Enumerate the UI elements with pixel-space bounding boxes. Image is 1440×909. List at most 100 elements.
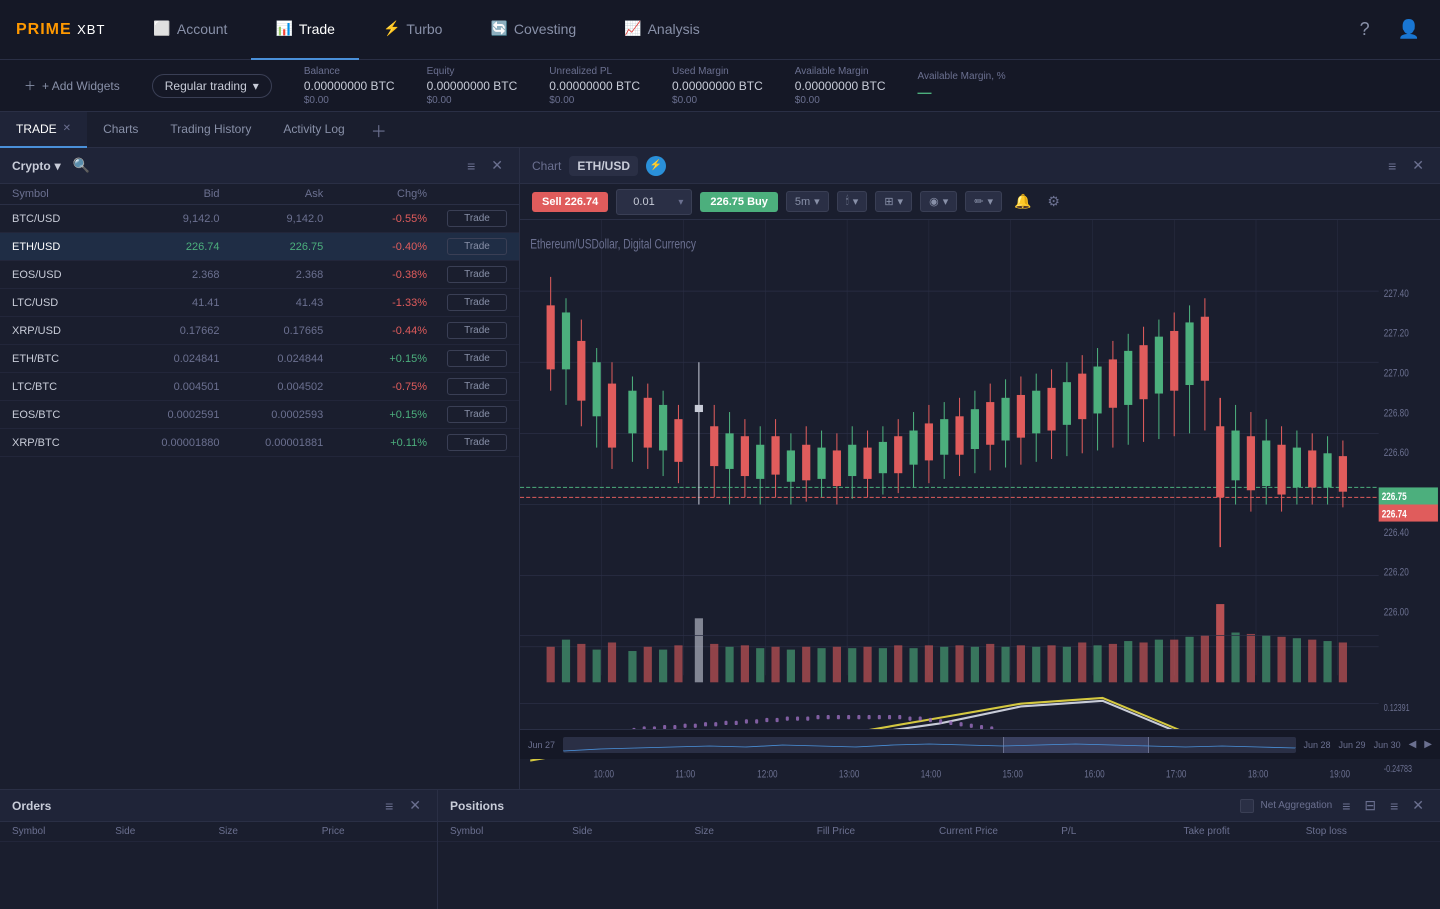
- trade-ltcbtc-button[interactable]: Trade: [447, 378, 507, 395]
- symbol-row-ethusd[interactable]: ETH/USD 226.74 226.75 -0.40% Trade: [0, 233, 519, 261]
- svg-text:14:00: 14:00: [921, 768, 942, 781]
- mini-chart-bar[interactable]: [563, 737, 1295, 753]
- balance-stat: Balance 0.00000000 BTC $0.00: [304, 66, 395, 106]
- chart-exchange-icon[interactable]: ⚡: [646, 156, 666, 176]
- help-button[interactable]: ?: [1356, 15, 1374, 44]
- chart-menu-icon[interactable]: ≡: [1384, 156, 1400, 176]
- trade-ltcusd-button[interactable]: Trade: [447, 294, 507, 311]
- qty-input[interactable]: [625, 193, 675, 211]
- symbol-xrpbtc-ask: 0.00001881: [220, 437, 324, 449]
- svg-text:15:00: 15:00: [1002, 768, 1023, 781]
- trade-eosbtc-button[interactable]: Trade: [447, 406, 507, 423]
- trading-mode-dropdown[interactable]: Regular trading ▾: [152, 74, 272, 98]
- interval-selector[interactable]: 5m ▾: [786, 191, 829, 212]
- nav-left-arrow[interactable]: ◀: [1409, 739, 1417, 750]
- trade-xrpbtc-button[interactable]: Trade: [447, 434, 507, 451]
- panel-menu-icon[interactable]: ≡: [463, 156, 479, 176]
- main-content: Crypto ▾ 🔍 ≡ ✕ Symbol Bid Ask Chg% BTC/U…: [0, 148, 1440, 789]
- svg-text:226.40: 226.40: [1384, 527, 1409, 540]
- tab-add-button[interactable]: ＋: [361, 118, 397, 142]
- buy-button[interactable]: 226.75 Buy: [700, 192, 777, 212]
- interval-label: 5m: [795, 196, 810, 208]
- profile-button[interactable]: 👤: [1394, 15, 1424, 44]
- trade-eosusd-button[interactable]: Trade: [447, 266, 507, 283]
- svg-text:-0.24783: -0.24783: [1384, 763, 1412, 774]
- covesting-icon: 🔄: [490, 20, 507, 37]
- tab-trade[interactable]: TRADE ✕: [0, 112, 87, 148]
- chart-indicator-selector[interactable]: ◉ ▾: [920, 191, 957, 212]
- symbol-row-xrpbtc[interactable]: XRP/BTC 0.00001880 0.00001881 +0.11% Tra…: [0, 429, 519, 457]
- positions-col-symbol: Symbol: [450, 826, 572, 837]
- orders-icons: ≡ ✕: [381, 795, 425, 816]
- svg-text:13:00: 13:00: [839, 768, 860, 781]
- net-aggregation-checkbox[interactable]: [1240, 799, 1254, 813]
- nav-right-arrow[interactable]: ▶: [1424, 739, 1432, 750]
- orders-col-symbol: Symbol: [12, 826, 115, 837]
- symbol-row-ltcusd[interactable]: LTC/USD 41.41 41.43 -1.33% Trade: [0, 289, 519, 317]
- chevron-down-icon: ▾: [853, 195, 859, 208]
- chart-header-left: Chart ETH/USD ⚡: [532, 156, 666, 176]
- symbol-eosusd-ask: 2.368: [220, 269, 324, 281]
- orders-close-icon[interactable]: ✕: [405, 795, 425, 816]
- orders-header: Orders ≡ ✕: [0, 790, 437, 822]
- trade-btcusd-button[interactable]: Trade: [447, 210, 507, 227]
- positions-columns-icon[interactable]: ⊟: [1360, 795, 1380, 816]
- crypto-category-selector[interactable]: Crypto ▾: [12, 159, 61, 173]
- trade-ethusd-button[interactable]: Trade: [447, 238, 507, 255]
- nav-account-label: Account: [177, 21, 228, 37]
- trade-xrpusd-button[interactable]: Trade: [447, 322, 507, 339]
- symbol-xrpbtc-chg: +0.11%: [323, 437, 427, 449]
- balance-btc: 0.00000000 BTC: [304, 79, 395, 93]
- symbol-row-eosbtc[interactable]: EOS/BTC 0.0002591 0.0002593 +0.15% Trade: [0, 401, 519, 429]
- chart-symbol[interactable]: ETH/USD: [569, 156, 638, 176]
- nav-analysis-label: Analysis: [648, 21, 700, 37]
- search-button[interactable]: 🔍: [69, 155, 94, 176]
- equity-usd: $0.00: [427, 95, 518, 106]
- top-navigation: PRIME XBT ⬜ Account 📊 Trade ⚡ Turbo 🔄 Co…: [0, 0, 1440, 60]
- panel-close-icon[interactable]: ✕: [487, 155, 507, 176]
- chart-draw-selector[interactable]: ✏ ▾: [965, 191, 1002, 212]
- add-widgets-button[interactable]: ＋ + Add Widgets: [16, 73, 128, 98]
- nav-item-turbo[interactable]: ⚡ Turbo: [359, 0, 467, 60]
- symbol-btcusd-bid: 9,142.0: [116, 213, 220, 225]
- svg-text:226.80: 226.80: [1384, 407, 1409, 420]
- nav-item-trade[interactable]: 📊 Trade: [251, 0, 359, 60]
- panel-header-right: ≡ ✕: [463, 155, 507, 176]
- positions-close-icon[interactable]: ✕: [1408, 795, 1428, 816]
- chart-settings-button[interactable]: ⚙: [1043, 191, 1064, 212]
- used-margin-label: Used Margin: [672, 66, 763, 77]
- nav-item-covesting[interactable]: 🔄 Covesting: [466, 0, 600, 60]
- symbol-ethusd-bid: 226.74: [116, 241, 220, 253]
- trade-ethbtc-button[interactable]: Trade: [447, 350, 507, 367]
- chart-close-icon[interactable]: ✕: [1408, 155, 1428, 176]
- chart-overlay-selector[interactable]: ⊞ ▾: [875, 191, 912, 212]
- symbol-panel: Crypto ▾ 🔍 ≡ ✕ Symbol Bid Ask Chg% BTC/U…: [0, 148, 520, 789]
- symbol-row-xrpusd[interactable]: XRP/USD 0.17662 0.17665 -0.44% Trade: [0, 317, 519, 345]
- tab-charts[interactable]: Charts: [87, 112, 154, 148]
- symbol-row-ltcbtc[interactable]: LTC/BTC 0.004501 0.004502 -0.75% Trade: [0, 373, 519, 401]
- chevron-down-icon: ▾: [898, 195, 904, 208]
- orders-col-price: Price: [322, 826, 425, 837]
- tab-trading-history[interactable]: Trading History: [154, 112, 267, 148]
- nav-item-analysis[interactable]: 📈 Analysis: [600, 0, 724, 60]
- svg-text:227.00: 227.00: [1384, 367, 1409, 380]
- symbol-row-btcusd[interactable]: BTC/USD 9,142.0 9,142.0 -0.55% Trade: [0, 205, 519, 233]
- candlestick-icon: 🕯: [846, 195, 849, 208]
- chart-alert-button[interactable]: 🔔: [1010, 191, 1035, 212]
- tab-activity-log[interactable]: Activity Log: [267, 112, 360, 148]
- tab-trade-close-icon[interactable]: ✕: [63, 123, 71, 134]
- positions-filter-icon[interactable]: ≡: [1338, 796, 1354, 816]
- nav-items: ⬜ Account 📊 Trade ⚡ Turbo 🔄 Covesting 📈 …: [129, 0, 1355, 60]
- orders-menu-icon[interactable]: ≡: [381, 796, 397, 816]
- symbol-row-ethbtc[interactable]: ETH/BTC 0.024841 0.024844 +0.15% Trade: [0, 345, 519, 373]
- indicator-icon: ◉: [929, 195, 939, 208]
- chart-area[interactable]: Ethereum/USDollar, Digital Currency: [520, 220, 1440, 789]
- nav-covesting-label: Covesting: [514, 21, 576, 37]
- sell-button[interactable]: Sell 226.74: [532, 192, 608, 212]
- symbol-row-eosusd[interactable]: EOS/USD 2.368 2.368 -0.38% Trade: [0, 261, 519, 289]
- chart-type-selector[interactable]: 🕯 ▾: [837, 191, 868, 212]
- nav-item-account[interactable]: ⬜ Account: [129, 0, 251, 60]
- chevron-down-icon: ▾: [678, 197, 683, 208]
- symbol-ethbtc-bid: 0.024841: [116, 353, 220, 365]
- positions-menu-icon[interactable]: ≡: [1386, 796, 1402, 816]
